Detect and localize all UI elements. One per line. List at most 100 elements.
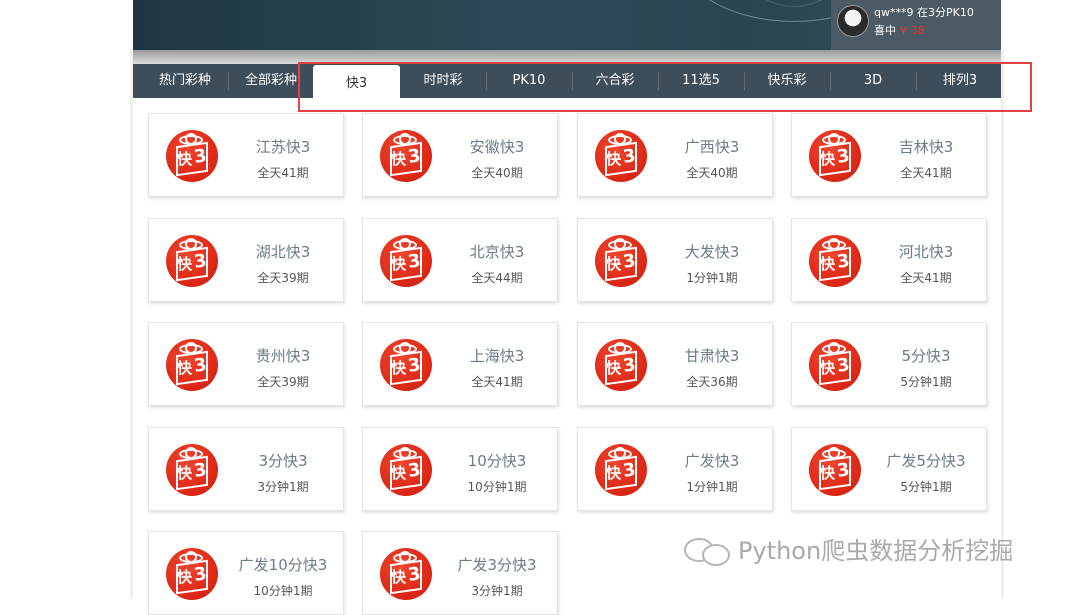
logo-kuai: 快 [820,464,836,482]
lottery-card[interactable]: 快 3 广发5分快3 5分钟1期 [791,427,987,511]
lottery-card[interactable]: 快 3 大发快3 1分钟1期 [577,218,773,302]
k3-logo-icon: 快3 [809,130,861,182]
lottery-card[interactable]: 快 3 上海快3 全天41期 [362,322,558,406]
k3-logo-icon: 快3 [380,235,432,287]
winner-prize: 喜中 ¥ 38 [874,22,925,38]
logo-kuai: 快 [820,255,836,273]
k3-logo-icon: 快3 [809,339,861,391]
k3-logo-icon: 快3 [595,339,647,391]
logo-kuai: 快 [606,150,622,168]
tab-divider [228,72,229,90]
page-right-rail [1001,50,1004,598]
lottery-schedule: 3分钟1期 [257,480,309,494]
lottery-name: 贵州快3 [255,347,311,365]
lottery-name: 广发3分快3 [457,556,537,574]
k3-logo-icon: 快3 [595,235,647,287]
lottery-card[interactable]: 快 3 5分快3 5分钟1期 [791,322,987,406]
lottery-schedule: 5分钟1期 [900,480,952,494]
lottery-card[interactable]: 快 3 广发快3 1分钟1期 [577,427,773,511]
lottery-schedule: 1分钟1期 [686,480,738,494]
k3-logo-icon: 快3 [809,235,861,287]
annotation-highlight-box [298,62,1032,112]
lottery-card[interactable]: 快 3 湖北快3 全天39期 [148,218,344,302]
lottery-schedule: 全天40期 [471,166,523,180]
lottery-card[interactable]: 快 3 甘肃快3 全天36期 [577,322,773,406]
lottery-name: 广发5分快3 [886,452,966,470]
logo-kuai: 快 [177,359,193,377]
lottery-schedule: 3分钟1期 [471,584,523,598]
winner-prize-amount: ¥ 38 [900,24,925,37]
lottery-schedule: 全天44期 [471,271,523,285]
logo-kuai: 快 [177,255,193,273]
logo-kuai: 快 [177,464,193,482]
k3-logo-icon: 快3 [595,444,647,496]
k3-logo-icon: 快3 [166,444,218,496]
logo-kuai: 快 [177,150,193,168]
lottery-card[interactable]: 快 3 广发10分快3 10分钟1期 [148,531,344,615]
lottery-name: 大发快3 [684,243,740,261]
logo-kuai: 快 [820,359,836,377]
lottery-name: 甘肃快3 [684,347,740,365]
winner-info: qw***9 在3分PK10 [874,6,974,19]
k3-logo-icon: 快3 [166,235,218,287]
lottery-card[interactable]: 快 3 广发3分快3 3分钟1期 [362,531,558,615]
k3-logo-icon: 快3 [380,339,432,391]
logo-kuai: 快 [606,464,622,482]
lottery-name: 湖北快3 [255,243,311,261]
lottery-card[interactable]: 快 3 10分快3 10分钟1期 [362,427,558,511]
k3-logo-icon: 快3 [166,339,218,391]
lottery-card[interactable]: 快 3 江苏快3 全天41期 [148,113,344,197]
lottery-card[interactable]: 快 3 吉林快3 全天41期 [791,113,987,197]
logo-kuai: 快 [391,359,407,377]
logo-kuai: 快 [391,568,407,586]
lottery-card[interactable]: 快 3 北京快3 全天44期 [362,218,558,302]
lottery-schedule: 5分钟1期 [900,375,952,389]
wechat-icon [682,534,732,566]
k3-logo-icon: 快3 [166,548,218,600]
lottery-name: 河北快3 [898,243,954,261]
avatar [837,5,869,37]
lottery-name: 广发10分快3 [238,556,328,574]
lottery-schedule: 10分钟1期 [253,584,313,598]
lottery-card[interactable]: 快 3 3分快3 3分钟1期 [148,427,344,511]
lottery-schedule: 全天41期 [257,166,309,180]
lottery-name: 广西快3 [684,138,740,156]
k3-logo-icon: 快3 [595,130,647,182]
watermark: Python爬虫数据分析挖掘 [682,531,1013,566]
logo-kuai: 快 [606,359,622,377]
lottery-name: 安徽快3 [469,138,525,156]
lottery-name: 江苏快3 [255,138,311,156]
lottery-card[interactable]: 快 3 贵州快3 全天39期 [148,322,344,406]
lottery-schedule: 全天39期 [257,375,309,389]
lottery-schedule: 全天39期 [257,271,309,285]
winner-prize-label: 喜中 [874,24,896,37]
lottery-name: 广发快3 [684,452,740,470]
lottery-schedule: 全天36期 [686,375,738,389]
lottery-schedule: 全天41期 [900,166,952,180]
k3-logo-icon: 快3 [166,130,218,182]
logo-kuai: 快 [391,150,407,168]
k3-logo-icon: 快3 [380,130,432,182]
lottery-name: 10分快3 [467,452,527,470]
page-left-rail [130,50,133,598]
watermark-text: Python爬虫数据分析挖掘 [738,537,1014,565]
lottery-name: 3分快3 [258,452,308,470]
lottery-schedule: 1分钟1期 [686,271,738,285]
lottery-card[interactable]: 快 3 河北快3 全天41期 [791,218,987,302]
lottery-schedule: 10分钟1期 [467,480,527,494]
logo-kuai: 快 [606,255,622,273]
logo-kuai: 快 [177,568,193,586]
logo-kuai: 快 [391,255,407,273]
lottery-schedule: 全天41期 [471,375,523,389]
lottery-name: 北京快3 [469,243,525,261]
lottery-schedule: 全天40期 [686,166,738,180]
k3-logo-icon: 快3 [380,548,432,600]
tab-hot[interactable]: 热门彩种 [145,64,225,98]
k3-logo-icon: 快3 [380,444,432,496]
k3-logo-icon: 快3 [809,444,861,496]
logo-kuai: 快 [820,150,836,168]
lottery-name: 5分快3 [901,347,951,365]
logo-kuai: 快 [391,464,407,482]
lottery-card[interactable]: 快 3 安徽快3 全天40期 [362,113,558,197]
lottery-card[interactable]: 快 3 广西快3 全天40期 [577,113,773,197]
